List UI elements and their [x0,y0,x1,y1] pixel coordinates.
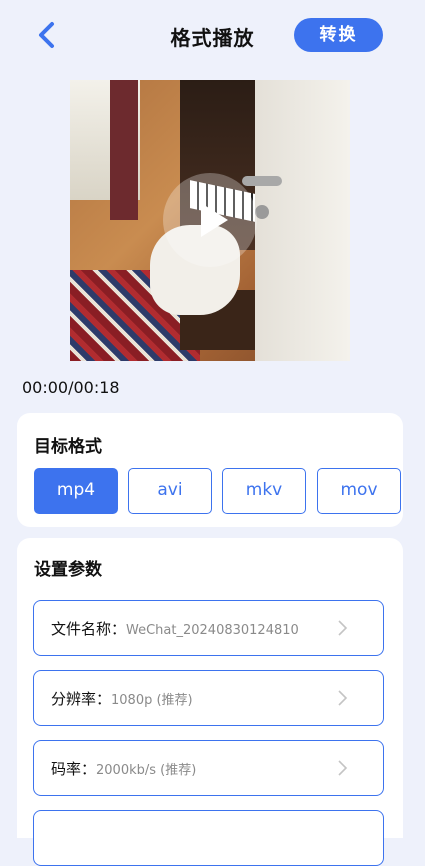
chevron-right-icon [338,690,348,706]
resolution-label: 分辨率： [51,690,112,708]
filename-value: WeChat_20240830124810 [126,623,299,638]
bitrate-row[interactable]: 码率：2000kb/s (推荐) [33,740,384,796]
format-option-avi[interactable]: avi [128,468,212,514]
resolution-value: 1080p (推荐) [111,693,193,708]
bitrate-label: 码率： [51,760,97,778]
settings-title: 设置参数 [34,560,102,580]
top-bar: 格式播放 转换 [0,0,425,70]
play-icon [201,203,228,237]
target-format-card: 目标格式 mp4 avi mkv mov [17,413,403,527]
chevron-right-icon [338,760,348,776]
format-option-mp4[interactable]: mp4 [34,468,118,514]
filename-label: 文件名称： [51,620,127,638]
play-button[interactable] [163,173,257,267]
convert-button[interactable]: 转换 [294,18,383,52]
chevron-right-icon [338,620,348,636]
target-format-title: 目标格式 [34,437,102,457]
format-option-mov[interactable]: mov [317,468,401,514]
format-option-mkv[interactable]: mkv [222,468,306,514]
filename-row[interactable]: 文件名称：WeChat_20240830124810 [33,600,384,656]
settings-row-partial[interactable] [33,810,384,866]
bitrate-value: 2000kb/s (推荐) [96,763,197,778]
settings-card: 设置参数 文件名称：WeChat_20240830124810 分辨率：1080… [17,538,403,866]
video-preview[interactable] [70,80,350,361]
resolution-row[interactable]: 分辨率：1080p (推荐) [33,670,384,726]
playback-time: 00:00/00:18 [22,378,120,397]
